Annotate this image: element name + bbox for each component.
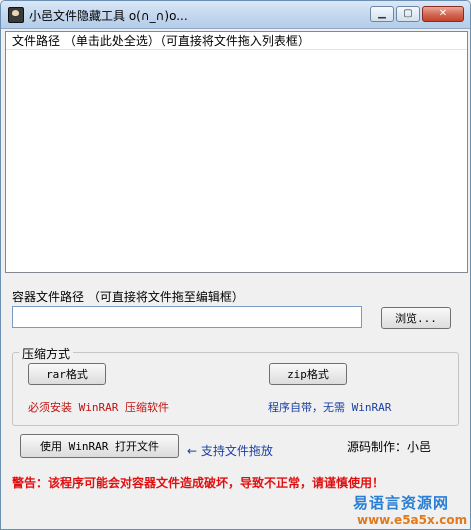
container-path-label: 容器文件路径 （可直接将文件拖至编辑框） — [12, 290, 244, 304]
minimize-icon: ▁ — [378, 8, 386, 19]
main-window: 小邑文件隐藏工具 o(∩_∩)o... ▁ ▢ ✕ 文件路径 （单击此处全选）（… — [0, 0, 471, 530]
minimize-button[interactable]: ▁ — [370, 6, 394, 22]
author-credit: 源码制作：小邑 — [347, 440, 432, 454]
container-path-input[interactable] — [12, 306, 362, 328]
file-list[interactable]: 文件路径 （单击此处全选）（可直接将文件拖入列表框） — [5, 31, 468, 273]
watermark-logo: 易语言资源网 — [353, 494, 450, 512]
warning-text: 警告：该程序可能会对容器文件造成破坏，导致不正常，请谨慎使用！ — [12, 476, 385, 490]
file-list-header[interactable]: 文件路径 （单击此处全选）（可直接将文件拖入列表框） — [6, 32, 467, 50]
maximize-button[interactable]: ▢ — [396, 6, 420, 22]
app-icon — [8, 7, 24, 23]
rar-requirement-note: 必须安装 WinRAR 压缩软件 — [28, 401, 169, 414]
zip-builtin-note: 程序自带，无需 WinRAR — [268, 401, 392, 414]
window-title: 小邑文件隐藏工具 o(∩_∩)o... — [29, 9, 188, 23]
compression-group-title: 压缩方式 — [19, 345, 74, 362]
drag-support-note: ← 支持文件拖放 — [187, 444, 273, 458]
maximize-icon: ▢ — [403, 8, 413, 19]
title-bar[interactable]: 小邑文件隐藏工具 o(∩_∩)o... ▁ ▢ ✕ — [1, 1, 470, 29]
browse-button[interactable]: 浏览... — [381, 307, 451, 329]
watermark-url: www.e5a5x.com — [357, 513, 468, 527]
open-with-winrar-button[interactable]: 使用 WinRAR 打开文件 — [20, 434, 179, 458]
close-icon: ✕ — [438, 8, 448, 19]
rar-format-button[interactable]: rar格式 — [28, 363, 106, 385]
zip-format-button[interactable]: zip格式 — [269, 363, 347, 385]
close-button[interactable]: ✕ — [422, 6, 464, 22]
